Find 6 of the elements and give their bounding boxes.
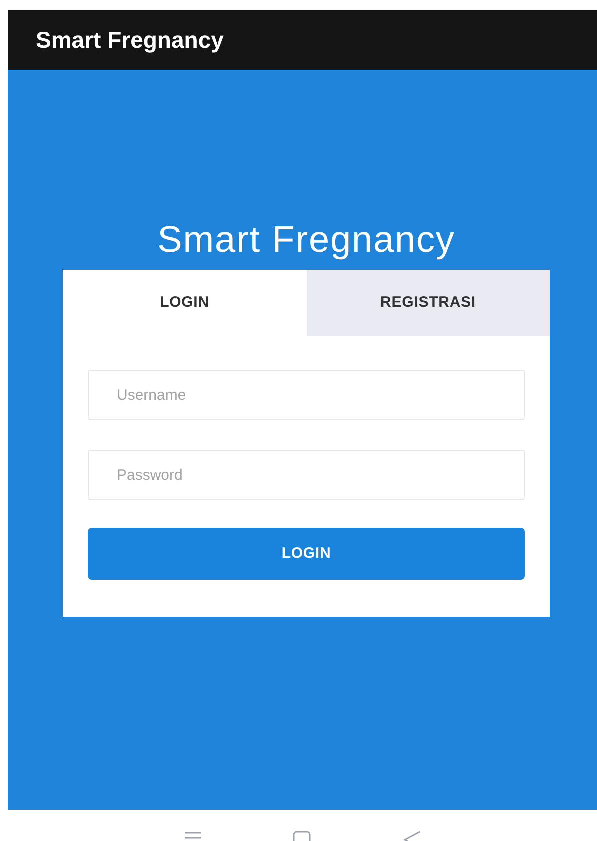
tab[interactable]: REGISTRASI: [306, 270, 550, 336]
app-title: Smart Fregnancy: [36, 26, 224, 55]
login-button[interactable]: LOGIN: [88, 528, 525, 580]
app-heading: Smart Fregnancy: [158, 218, 456, 262]
input-field[interactable]: Password: [88, 450, 525, 500]
input-field[interactable]: Username: [88, 370, 525, 420]
